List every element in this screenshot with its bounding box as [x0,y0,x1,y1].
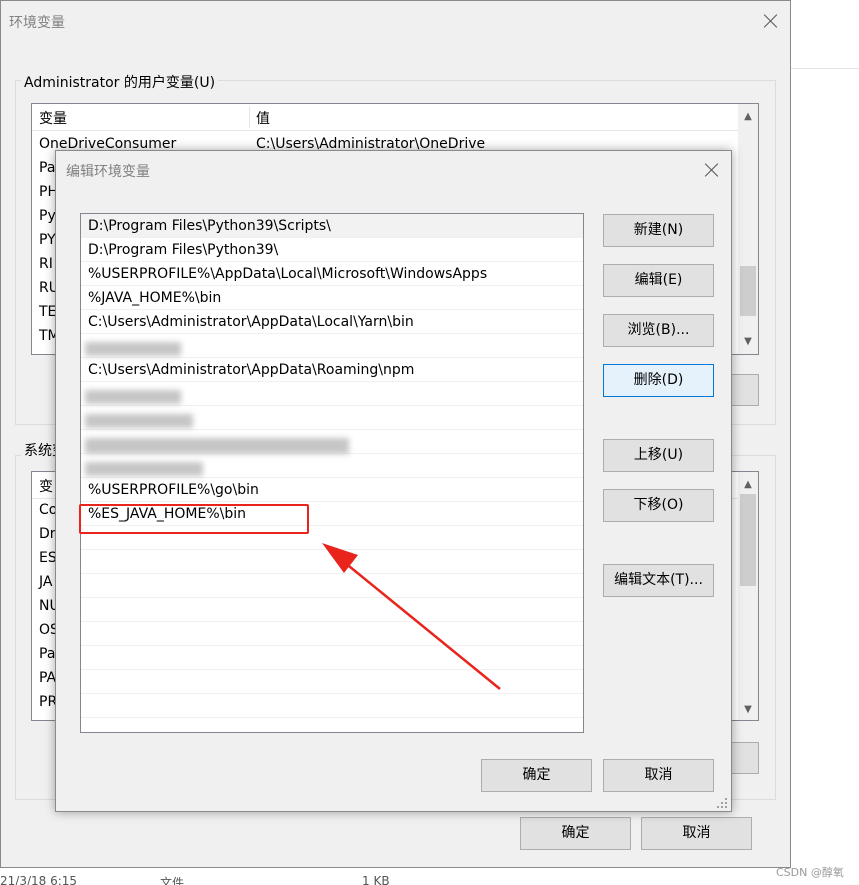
scroll-thumb[interactable] [740,494,756,586]
scroll-thumb[interactable] [740,266,756,316]
path-entry[interactable]: %USERPROFILE%\go\bin [81,478,583,502]
move-down-button[interactable]: 下移(O) [603,489,714,522]
dialog-title: 编辑环境变量 [66,164,150,180]
new-button[interactable]: 新建(N) [603,214,714,247]
file-row-date: 21/3/18 6:15 [0,874,78,885]
system-vars-hidden-button[interactable] [731,742,759,774]
dialog-cancel-button[interactable]: 取消 [603,759,714,792]
user-vars-scrollbar[interactable]: ▲ ▼ [738,104,758,354]
scroll-down-icon[interactable]: ▼ [740,334,756,350]
path-entry[interactable]: C:\Users\Administrator\AppData\Roaming\n… [81,358,583,382]
user-vars-hidden-button[interactable] [731,374,759,406]
file-row-size: 1 KB [362,874,390,885]
user-vars-label: Administrator 的用户变量(U) [21,72,219,92]
delete-button[interactable]: 删除(D) [603,364,714,397]
scroll-up-icon[interactable]: ▲ [740,477,756,493]
column-header-value[interactable]: 值 [256,108,270,128]
scroll-up-icon[interactable]: ▲ [740,109,756,125]
browse-button[interactable]: 浏览(B)... [603,314,714,347]
scroll-down-icon[interactable]: ▼ [740,702,756,718]
user-vars-header: 变量 值 [32,104,758,131]
outer-cancel-button[interactable]: 取消 [641,817,752,850]
edit-text-button[interactable]: 编辑文本(T)... [603,564,714,597]
move-up-button[interactable]: 上移(U) [603,439,714,472]
path-entry[interactable]: D:\Program Files\Python39\Scripts\ [81,214,583,238]
outer-ok-button[interactable]: 确定 [520,817,631,850]
edit-env-var-dialog: 编辑环境变量 D:\Program Files\Python39\Scripts… [55,150,732,812]
background-file-row: 21/3/18 6:15 文件 1 KB [0,874,780,885]
highlight-box [79,504,309,534]
redacted-entry [85,462,203,476]
redacted-entry [85,342,181,356]
resize-grip-icon[interactable] [716,797,728,809]
redacted-entry [85,390,181,404]
dialog-ok-button[interactable]: 确定 [481,759,592,792]
column-header-variable[interactable]: 变量 [39,108,67,128]
file-row-type: 文件 [160,876,185,885]
path-entry[interactable]: %JAVA_HOME%\bin [81,286,583,310]
edit-button[interactable]: 编辑(E) [603,264,714,297]
background-window-divider [790,68,859,69]
close-icon[interactable] [704,162,720,178]
system-vars-scrollbar[interactable]: ▲ ▼ [738,472,758,720]
column-divider [249,106,250,128]
watermark: CSDN @醇氧 [776,866,844,879]
column-header-variable[interactable]: 变 [39,476,53,496]
path-entry[interactable]: D:\Program Files\Python39\ [81,238,583,262]
window-title: 环境变量 [9,15,65,31]
close-icon[interactable] [763,13,779,29]
redacted-entry [85,414,193,428]
path-entry[interactable]: %USERPROFILE%\AppData\Local\Microsoft\Wi… [81,262,583,286]
red-arrow-icon [322,543,501,690]
path-entry[interactable]: C:\Users\Administrator\AppData\Local\Yar… [81,310,583,334]
redacted-entry [85,438,349,454]
